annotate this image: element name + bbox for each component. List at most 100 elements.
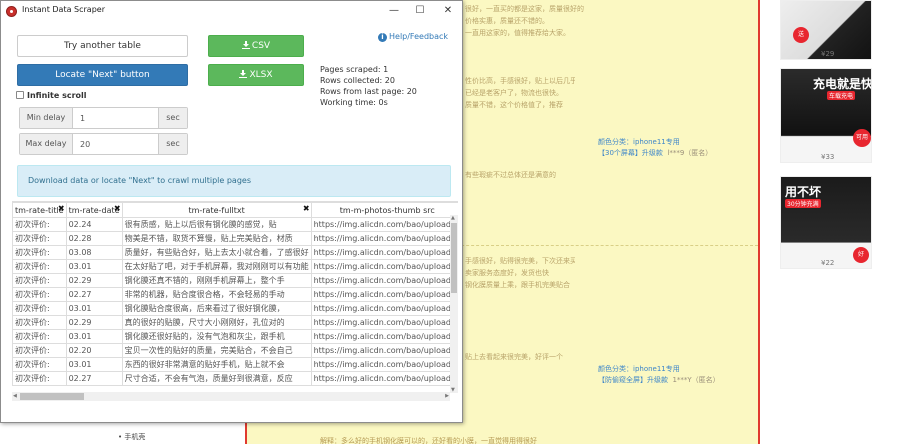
table-row: 初次评价: 02.29 钢化膜还真不错的，刚刚手机屏幕上，整个手 https://im…	[12, 273, 458, 288]
table-cell: 初次评价:	[12, 287, 67, 302]
scroll-right-icon[interactable]: ▶	[445, 393, 449, 399]
table-row: 初次评价: 02.28 物美是不错，取货不算慢，贴上完美贴合，材质 https://i…	[12, 231, 458, 246]
table-cell: https://img.alicdn.com/bao/uploaded	[310, 273, 458, 288]
column-header[interactable]: tm-m-photos-thumb src	[310, 202, 458, 218]
table-cell: 03.08	[65, 245, 123, 260]
minimize-button[interactable]: —	[381, 2, 407, 20]
table-cell: 钢化膜贴合度很高，后来看过了很好钢化膜，	[121, 301, 312, 316]
remove-column-icon[interactable]: ✖	[58, 204, 65, 213]
table-cell: 初次评价:	[12, 231, 67, 246]
ad-headline: 用不坏	[785, 185, 822, 199]
info-alert: Download data or locate "Next" to crawl …	[17, 165, 451, 197]
csv-label: CSV	[251, 41, 271, 51]
max-delay-input[interactable]	[73, 134, 159, 154]
table-row: 初次评价: 03.01 钢化膜还很好贴的，没有气泡和灰尘，跟手机 https://im…	[12, 329, 458, 344]
table-cell: 02.27	[65, 371, 123, 386]
ad-price: ¥29	[821, 50, 835, 58]
table-cell: 02.28	[65, 231, 123, 246]
table-row: 初次评价: 02.27 非常的机器，贴合度很合格，不会轻易的手动 https://im…	[12, 287, 458, 302]
scrollbar-thumb[interactable]	[20, 393, 84, 400]
bg-snippet: 性价比高，手感很好，贴上以后几乎看不出来	[465, 77, 575, 85]
review-sku: 颜色分类：iphone11专用	[598, 365, 680, 373]
download-icon	[239, 70, 248, 78]
working-time: Working time: 0s	[320, 98, 388, 107]
max-delay-label: Max delay	[20, 134, 73, 154]
table-row: 初次评价: 02.29 真的很好的贴膜，尺寸大小刚刚好，孔位对的 https://im…	[12, 315, 458, 330]
table-cell: https://img.alicdn.com/bao/uploaded	[310, 357, 458, 372]
table-cell: https://img.alicdn.com/bao/uploaded	[310, 301, 458, 316]
table-cell: 初次评价:	[12, 315, 67, 330]
scroll-down-icon[interactable]: ▼	[451, 387, 455, 393]
infinite-scroll-option[interactable]: Infinite scroll	[16, 91, 87, 100]
xlsx-label: XLSX	[249, 70, 273, 80]
table-header-row: tm-rate-title ✖ tm-rate-date ✖ tm-rate-ful…	[12, 202, 458, 218]
table-cell: 03.01	[65, 301, 123, 316]
table-cell: https://img.alicdn.com/bao/uploaded	[310, 287, 458, 302]
min-delay-unit: sec	[158, 108, 187, 128]
table-cell: 钢化膜还很好贴的，没有气泡和灰尘，跟手机	[121, 329, 312, 344]
infinite-scroll-label: Infinite scroll	[27, 91, 87, 100]
table-cell: https://img.alicdn.com/bao/uploaded	[310, 231, 458, 246]
ad-headline: 充电就是快	[813, 77, 872, 91]
table-cell: https://img.alicdn.com/bao/uploaded	[310, 329, 458, 344]
help-feedback-link[interactable]: i Help/Feedback	[378, 32, 448, 42]
review-user: 1***Y（匿名）	[672, 376, 720, 384]
infinite-scroll-checkbox[interactable]	[16, 91, 24, 99]
try-another-table-button[interactable]: Try another table	[17, 35, 188, 57]
horizontal-scrollbar[interactable]: ◀ ▶	[12, 392, 450, 401]
column-header[interactable]: tm-rate-fulltxt ✖	[121, 202, 312, 218]
table-cell: 初次评价:	[12, 371, 67, 386]
review-meta: 颜色分类：iphone11专用 【30个屏幕】升级款 l***9（匿名）	[598, 137, 712, 159]
table-cell: 初次评价:	[12, 357, 67, 372]
table-cell: 尺寸合适，不会有气泡，质量好到很满意，反应	[121, 371, 312, 386]
min-delay-input[interactable]	[73, 108, 159, 128]
table-row: 初次评价: 03.08 质量好，有些贴合好，贴上去太小就合着，了感很好 https:/…	[12, 245, 458, 260]
table-cell: 质量好，有些贴合好，贴上去太小就合着，了感很好	[121, 245, 312, 260]
data-table-container[interactable]: tm-rate-title ✖ tm-rate-date ✖ tm-rate-ful…	[12, 201, 458, 402]
download-icon	[241, 41, 250, 49]
locate-next-button[interactable]: Locate "Next" button	[17, 64, 188, 86]
remove-column-icon[interactable]: ✖	[303, 204, 310, 213]
bg-snippet: 质量不错，这个价格值了，推荐	[465, 101, 563, 109]
ad-seal: 可用	[853, 129, 871, 147]
close-button[interactable]: ✕	[435, 2, 461, 20]
pages-scraped: Pages scraped: 1	[320, 65, 389, 74]
max-delay-group: Max delay sec	[19, 133, 188, 155]
table-cell: 东西的很好非常满意的贴好手机，贴上就不会	[121, 357, 312, 372]
csv-download-button[interactable]: CSV	[208, 35, 304, 57]
bg-snippet: 贴上去看起来很完美，好评一个	[465, 353, 563, 361]
ad-tile[interactable]: 送 ¥29	[780, 0, 872, 60]
table-cell: 真的很好的贴膜，尺寸大小刚刚好，孔位对的	[121, 315, 312, 330]
bg-snippet: 有些瑕疵不过总体还是满意的	[465, 171, 556, 179]
table-row: 初次评价: 02.20 宝贝一次性的贴好的质量，完美贴合，不会自己 https://i…	[12, 343, 458, 358]
ad-tile[interactable]: 充电就是快 车载充电 可用 ¥33	[780, 68, 872, 163]
table-cell: https://img.alicdn.com/bao/uploaded	[310, 259, 458, 274]
scrollbar-thumb[interactable]	[451, 223, 457, 293]
bg-snippet: 卖家服务态度好，发货也快	[465, 269, 549, 277]
table-cell: 很有质感，贴上以后很有钢化膜的感觉，贴	[121, 217, 312, 232]
info-icon: i	[378, 33, 387, 42]
table-cell: 02.29	[65, 315, 123, 330]
maximize-button[interactable]: ☐	[407, 2, 433, 20]
column-header[interactable]: tm-rate-date ✖	[65, 202, 123, 218]
scroll-left-icon[interactable]: ◀	[13, 393, 17, 399]
table-row: 初次评价: 03.01 在太好贴了吧，对于手机屏幕，我对刚刚可以有功能 https:/…	[12, 259, 458, 274]
scroll-up-icon[interactable]: ▲	[451, 215, 455, 221]
vertical-scrollbar[interactable]: ▲ ▼	[450, 215, 458, 393]
review-sku-sub: 【30个屏幕】升级款	[598, 149, 663, 157]
scraper-window: Instant Data Scraper — ☐ ✕ Try another t…	[0, 0, 463, 423]
ad-badge: 送	[793, 27, 809, 43]
table-row: 初次评价: 02.27 尺寸合适，不会有气泡，质量好到很满意，反应 https://i…	[12, 371, 458, 386]
table-cell: 在太好贴了吧，对于手机屏幕，我对刚刚可以有功能	[121, 259, 312, 274]
title-bar[interactable]: Instant Data Scraper — ☐ ✕	[1, 1, 462, 22]
ad-tile[interactable]: 用不坏 30分钟充满 好 ¥22	[780, 176, 872, 269]
column-header[interactable]: tm-rate-title ✖	[12, 202, 67, 218]
xlsx-download-button[interactable]: XLSX	[208, 64, 304, 86]
table-cell: 02.24	[65, 217, 123, 232]
table-cell: 初次评价:	[12, 343, 67, 358]
ad-price: ¥33	[821, 153, 835, 161]
table-cell: 初次评价:	[12, 217, 67, 232]
remove-column-icon[interactable]: ✖	[114, 204, 121, 213]
bg-snippet: 价格实惠，质量还不错的。	[465, 17, 549, 25]
table-cell: 02.27	[65, 287, 123, 302]
